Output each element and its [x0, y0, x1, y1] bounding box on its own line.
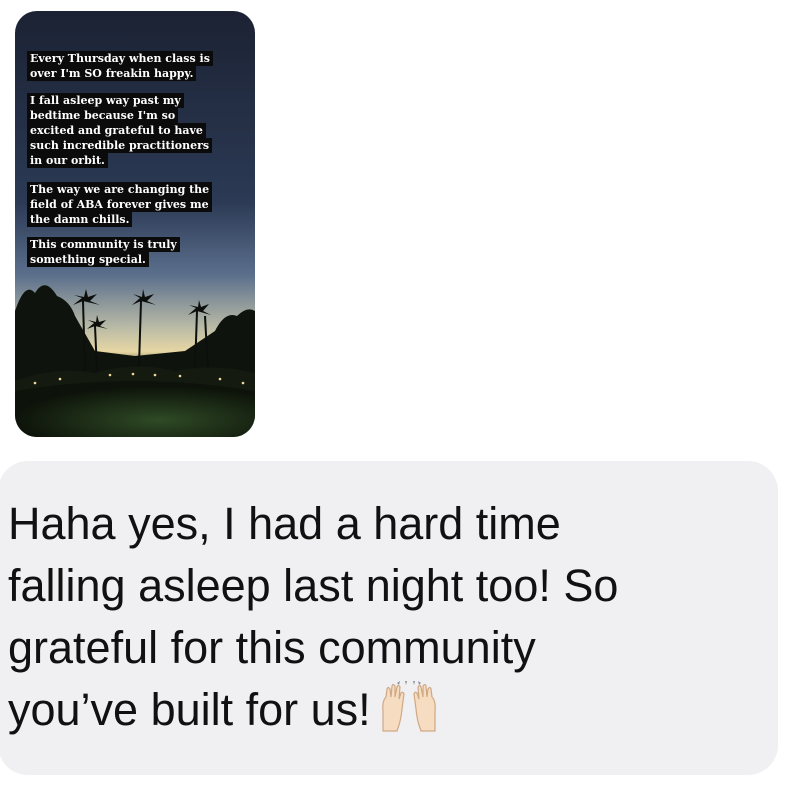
story-caption-1: Every Thursday when class is over I'm SO… [27, 51, 242, 81]
story-captions: Every Thursday when class is over I'm SO… [27, 51, 242, 279]
caption-line: such incredible practitioners [27, 138, 213, 153]
message-line: grateful for this community [8, 622, 536, 673]
story-caption-2: I fall asleep way past my bedtime becaus… [27, 93, 242, 168]
caption-line: over I'm SO freakin happy. [27, 66, 197, 81]
caption-line: Every Thursday when class is [27, 51, 213, 66]
message-line-last: you’ve built for us! [8, 679, 778, 749]
caption-line: The way we are changing the [27, 182, 213, 197]
caption-line: field of ABA forever gives me [27, 197, 212, 212]
message-text: Haha yes, I had a hard time falling asle… [8, 493, 778, 749]
raising-hands-icon [377, 681, 441, 749]
story-caption-4: This community is truly something specia… [27, 237, 242, 267]
caption-line: bedtime because I'm so [27, 108, 179, 123]
caption-line: I fall asleep way past my [27, 93, 184, 108]
caption-line: in our orbit. [27, 153, 108, 168]
message-line: Haha yes, I had a hard time [8, 498, 561, 549]
message-line: falling asleep last night too! So [8, 560, 619, 611]
message-line: you’ve built for us! [8, 684, 371, 735]
story-reply-thumbnail[interactable]: Every Thursday when class is over I'm SO… [15, 11, 255, 437]
story-caption-3: The way we are changing the field of ABA… [27, 182, 242, 227]
caption-line: excited and grateful to have [27, 123, 206, 138]
caption-line: the damn chills. [27, 212, 133, 227]
caption-line: something special. [27, 252, 149, 267]
caption-line: This community is truly [27, 237, 180, 252]
